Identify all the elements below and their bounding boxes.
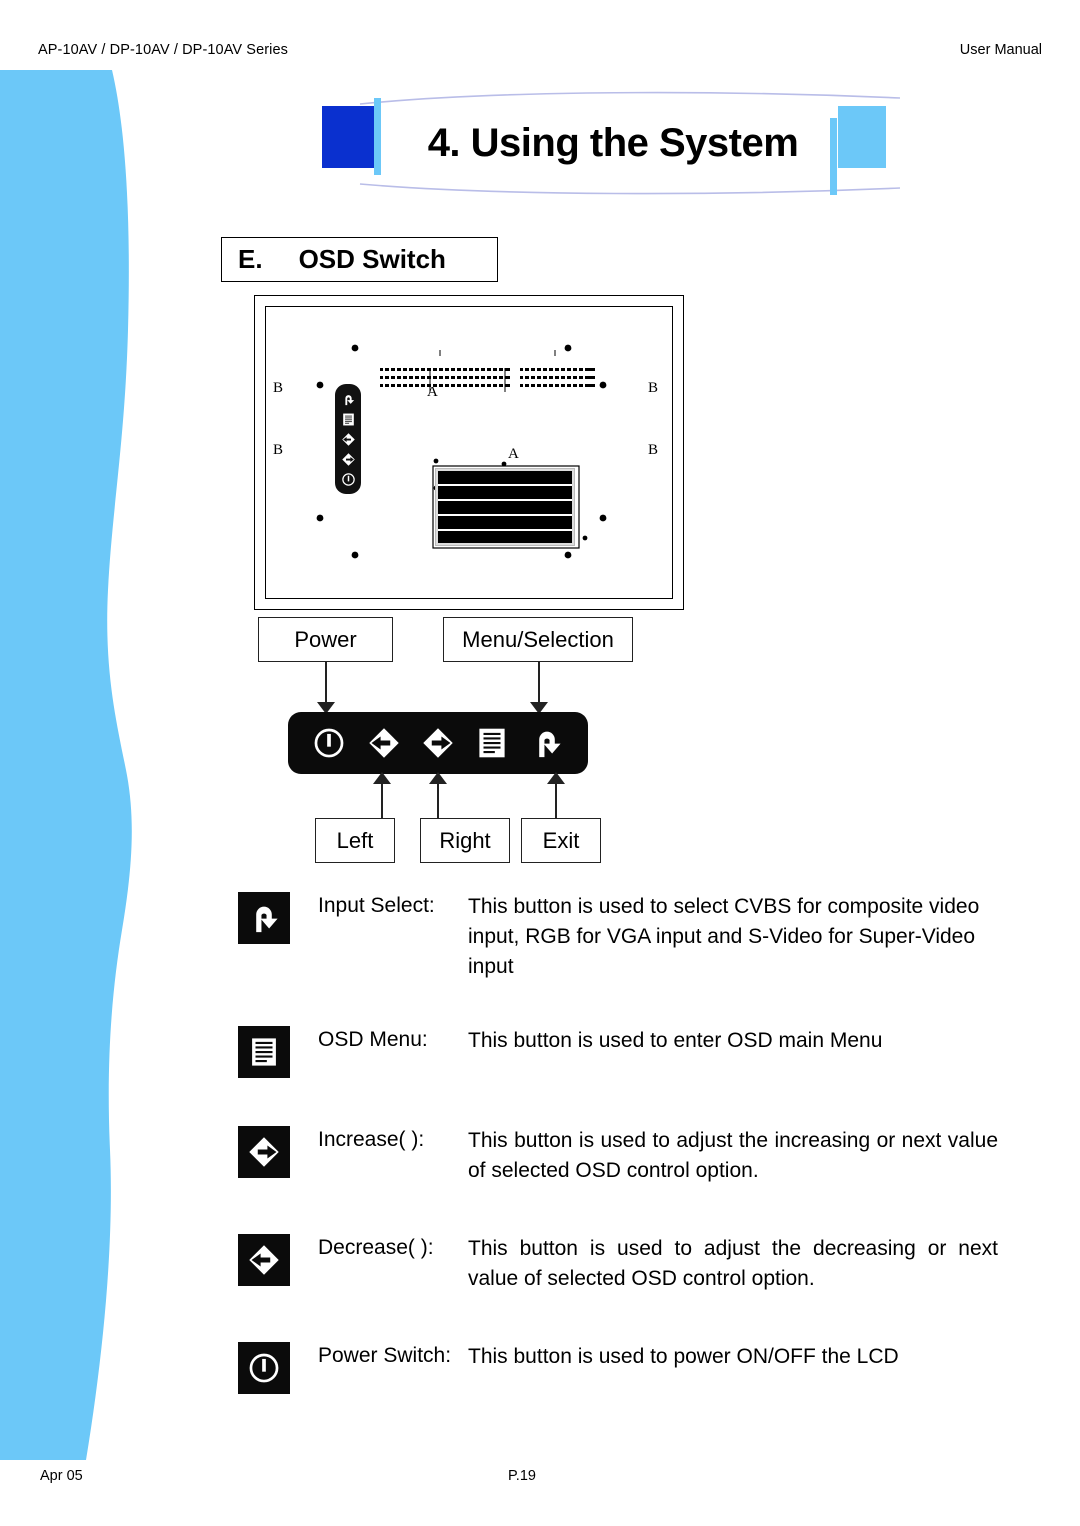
page-footer: Apr 05 P.19 [0, 1468, 1080, 1488]
osd-button-strip [288, 712, 588, 774]
description-text: This button is used to enter OSD main Me… [468, 1029, 883, 1052]
connector-menu-selection [538, 662, 540, 706]
callout-power: Power [258, 617, 393, 662]
list-item: Input Select: This button is used to sel… [238, 888, 998, 982]
list-item: OSD Menu: This button is used to enter O… [238, 1022, 998, 1078]
page-header: AP-10AV / DP-10AV / DP-10AV Series User … [0, 42, 1080, 64]
description-text: This button is used to power ON/OFF the … [468, 1345, 899, 1368]
manual-page: AP-10AV / DP-10AV / DP-10AV Series User … [0, 0, 1080, 1526]
description-text: This button is used to adjust the increa… [468, 1129, 998, 1182]
power-switch-icon [238, 1342, 290, 1394]
callout-left: Left [315, 818, 395, 863]
input-select-icon [341, 392, 356, 407]
description-term: Power Switch: [318, 1344, 452, 1367]
power-switch-icon[interactable] [312, 726, 346, 760]
description-text: This button is used to adjust the decrea… [468, 1237, 998, 1290]
description-term: Increase( ): [318, 1128, 425, 1151]
svg-text:B: B [648, 442, 658, 458]
left-arrow-icon[interactable] [367, 726, 401, 760]
device-keypad-keys [438, 471, 572, 543]
section-heading: E. OSD Switch [221, 237, 498, 282]
callout-right: Right [420, 818, 510, 863]
svg-text:A: A [508, 446, 519, 462]
osd-menu-icon [238, 1026, 290, 1078]
osd-menu-icon [341, 412, 356, 427]
connector-right [437, 778, 439, 820]
svg-text:B: B [648, 380, 658, 396]
header-product-line: AP-10AV / DP-10AV / DP-10AV Series [38, 42, 288, 58]
list-item: Power Switch: This button is used to pow… [238, 1338, 998, 1394]
right-arrow-icon [238, 1126, 290, 1178]
header-doc-type: User Manual [959, 42, 1042, 58]
section-letter: E. [238, 244, 263, 274]
left-arrow-icon [341, 432, 356, 447]
left-arrow-icon [238, 1234, 290, 1286]
button-description-list: Input Select: This button is used to sel… [238, 888, 998, 1394]
list-item: Increase( ): This button is used to adju… [238, 1122, 998, 1186]
svg-text:B: B [273, 442, 283, 458]
connector-left [381, 778, 383, 820]
device-osd-button-strip [335, 384, 361, 494]
device-keypad-panel [435, 468, 575, 546]
osd-menu-icon[interactable] [475, 726, 509, 760]
svg-text:B: B [273, 380, 283, 396]
power-switch-icon [341, 472, 356, 487]
right-arrow-icon [341, 452, 356, 467]
description-text: This button is used to select CVBS for c… [468, 895, 980, 978]
callout-exit: Exit [521, 818, 601, 863]
connector-power [325, 662, 327, 706]
device-drawing: BB BB AA [254, 295, 684, 610]
footer-page-number: P.19 [508, 1468, 536, 1484]
input-select-icon[interactable] [530, 726, 564, 760]
description-term: OSD Menu: [318, 1028, 428, 1051]
right-arrow-icon[interactable] [421, 726, 455, 760]
section-title: OSD Switch [298, 244, 446, 274]
description-term: Input Select: [318, 894, 435, 917]
connector-exit [555, 778, 557, 820]
list-item: Decrease( ): This button is used to adju… [238, 1230, 998, 1294]
footer-date: Apr 05 [40, 1468, 83, 1484]
chapter-banner: 4. Using the System [300, 88, 920, 198]
device-dimension-lines: BB BB AA [273, 344, 658, 559]
decorative-blue-wave [0, 70, 180, 1460]
chapter-title: 4. Using the System [427, 120, 799, 165]
input-select-icon [238, 892, 290, 944]
callout-menu-selection: Menu/Selection [443, 617, 633, 662]
description-term: Decrease( ): [318, 1236, 434, 1259]
